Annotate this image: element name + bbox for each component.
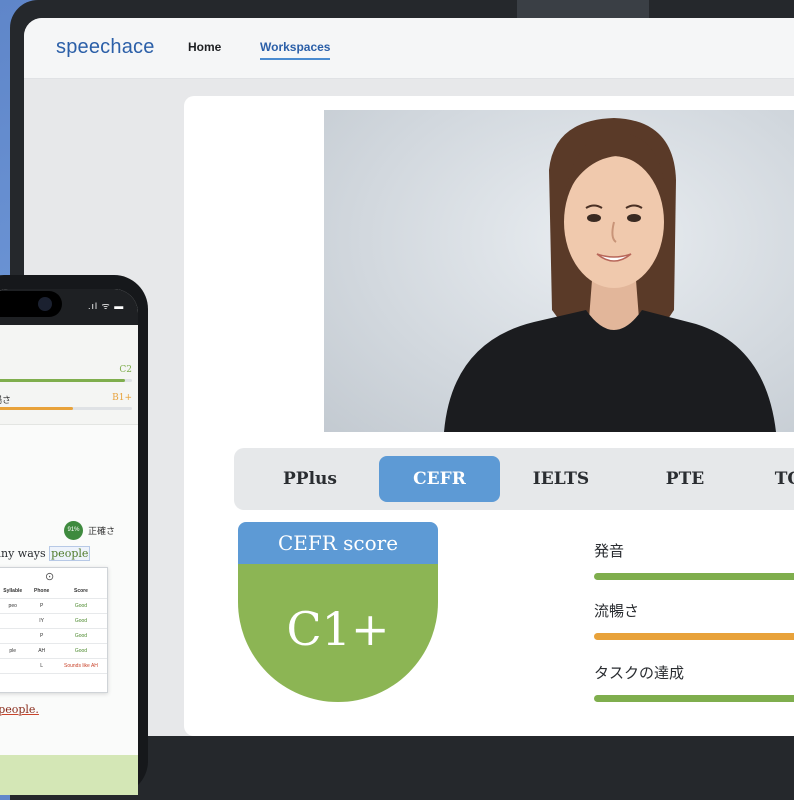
table-row: ple AH Good bbox=[0, 643, 107, 659]
phone-metric-label: 流暢さ bbox=[0, 395, 12, 405]
score-cell: Sounds like AH bbox=[54, 658, 107, 674]
accuracy-label: 正確さ bbox=[88, 526, 116, 536]
metric-bar bbox=[594, 695, 794, 702]
metric-label: 流暢さ bbox=[594, 603, 640, 620]
syllable-cell: ple bbox=[0, 643, 29, 659]
phoneme-detail-popup: ⊙ Syllable Phone Score peo P Good IY Goo… bbox=[0, 567, 108, 693]
score-title: CEFR score bbox=[238, 522, 438, 564]
phone-metric-value: C2 bbox=[119, 365, 132, 375]
phone-cell: AH bbox=[28, 643, 55, 659]
syllable-cell: peo bbox=[0, 598, 29, 614]
score-cell: Good bbox=[54, 628, 107, 644]
signal-wifi-battery-icons: .ıl ᯤ ▬ bbox=[88, 301, 125, 311]
score-cell: Good bbox=[54, 643, 107, 659]
tab-pplus[interactable]: PPlus bbox=[256, 456, 364, 502]
column-header: Syllable bbox=[0, 584, 29, 599]
metric-bar bbox=[594, 573, 794, 580]
accuracy-badge: 91% bbox=[64, 521, 83, 540]
table-row: peo P Good bbox=[0, 598, 107, 614]
column-header: Score bbox=[54, 584, 107, 599]
metric-pronunciation: 発音 bbox=[594, 540, 794, 580]
phone-metric-bar bbox=[0, 407, 132, 410]
phone-metric-bar bbox=[0, 379, 132, 382]
speechace-logo[interactable]: speechace bbox=[56, 36, 155, 59]
column-header: Phone bbox=[28, 584, 55, 599]
metric-bar bbox=[594, 633, 794, 640]
phone-metric-value: B1+ bbox=[112, 393, 132, 403]
table-row: IY Good bbox=[0, 613, 107, 629]
phone-metric-row: 音 C2 bbox=[0, 365, 132, 382]
tab-toefl[interactable]: TOEF bbox=[746, 456, 794, 502]
transcript-line-end: of people. bbox=[0, 703, 39, 716]
syllable-cell bbox=[0, 658, 29, 674]
phone-status-bar: .ıl ᯤ ▬ bbox=[0, 289, 138, 325]
phone-cell: L bbox=[28, 658, 55, 674]
transcript-word[interactable]: of people. bbox=[0, 703, 39, 716]
phone-bottom-panel bbox=[0, 755, 138, 795]
tab-pte[interactable]: PTE bbox=[630, 456, 740, 502]
front-camera-icon bbox=[38, 297, 52, 311]
presenter-video-frame bbox=[444, 118, 776, 432]
transcript-word-selected[interactable]: people bbox=[49, 546, 91, 561]
metric-task-achievement: タスクの達成 bbox=[594, 662, 794, 702]
transcript-word[interactable]: many bbox=[0, 547, 14, 560]
score-cell: Good bbox=[54, 598, 107, 614]
metric-fluency: 流暢さ bbox=[594, 600, 794, 640]
table-row: P Good bbox=[0, 628, 107, 644]
metric-label: 発音 bbox=[594, 543, 625, 560]
score-cell: Good bbox=[54, 613, 107, 629]
dynamic-island bbox=[0, 291, 62, 317]
play-audio-icon[interactable]: ⊙ bbox=[45, 570, 54, 583]
nav-workspaces[interactable]: Workspaces bbox=[260, 40, 331, 60]
phone-metric-row: 流暢さ B1+ bbox=[0, 393, 132, 410]
phone-metric-bar-fill bbox=[0, 379, 125, 382]
phone-cell: P bbox=[28, 628, 55, 644]
phone-screen: .ıl ᯤ ▬ 音 C2 流暢さ B1+ 91% 正確さ many ways p… bbox=[0, 289, 138, 795]
table-row: L Sounds like AH bbox=[0, 658, 107, 674]
phone-cell: P bbox=[28, 598, 55, 614]
phoneme-table: Syllable Phone Score peo P Good IY Good bbox=[0, 584, 107, 674]
transcript-line: many ways people bbox=[0, 546, 91, 561]
score-value: C1+ bbox=[238, 564, 438, 702]
phone-transcript-panel: 91% 正確さ many ways people ⊙ Syllable Phon… bbox=[0, 424, 138, 795]
results-card: PPlus CEFR IELTS PTE TOEF CEFR score C1+… bbox=[184, 96, 794, 736]
tab-cefr[interactable]: CEFR bbox=[379, 456, 500, 502]
transcript-word[interactable]: ways bbox=[18, 547, 46, 560]
nav-home[interactable]: Home bbox=[188, 40, 221, 54]
metric-label: タスクの達成 bbox=[594, 665, 685, 682]
scoring-tabs: PPlus CEFR IELTS PTE TOEF bbox=[234, 448, 794, 510]
video-player[interactable] bbox=[324, 110, 794, 432]
phone-metric-bar-fill bbox=[0, 407, 73, 410]
phone-cell: IY bbox=[28, 613, 55, 629]
syllable-cell bbox=[0, 628, 29, 644]
phone-frame: .ıl ᯤ ▬ 音 C2 流暢さ B1+ 91% 正確さ many ways p… bbox=[0, 275, 148, 795]
tab-ielts[interactable]: IELTS bbox=[506, 456, 616, 502]
syllable-cell bbox=[0, 613, 29, 629]
cefr-score-card: CEFR score C1+ bbox=[238, 522, 438, 702]
top-navigation-bar: speechace Home Workspaces bbox=[24, 18, 794, 79]
